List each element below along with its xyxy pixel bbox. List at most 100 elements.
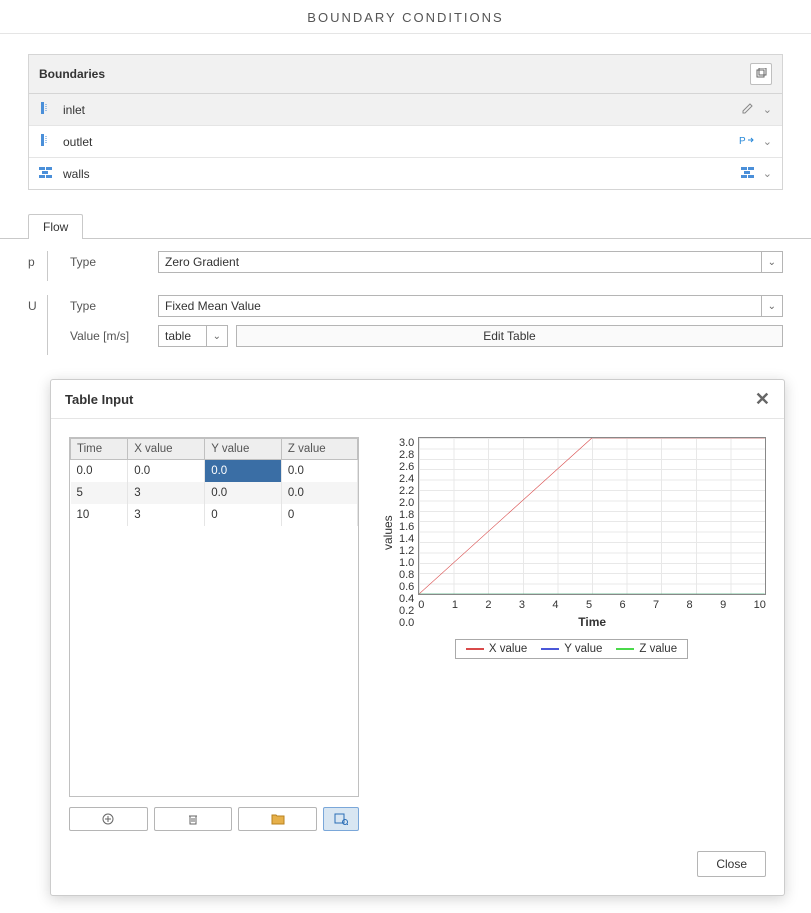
boundary-right-icon (741, 165, 755, 182)
edit-table-button[interactable]: Edit Table (236, 325, 783, 347)
ytick: 1.2 (399, 545, 414, 557)
dialog-title: Table Input (65, 392, 133, 407)
chart-legend: X value Y value Z value (455, 639, 688, 659)
chevron-down-icon: ⌄ (206, 326, 221, 346)
ytick: 2.4 (399, 473, 414, 485)
ytick: 0.0 (399, 617, 414, 629)
page-title: BOUNDARY CONDITIONS (0, 0, 811, 34)
table-cell[interactable]: 0.0 (205, 482, 282, 504)
boundaries-header: Boundaries (29, 55, 782, 94)
field-u-label: U (28, 295, 48, 355)
boundary-label: outlet (63, 135, 729, 149)
patch-type-icon (39, 165, 53, 182)
boundaries-header-label: Boundaries (39, 67, 105, 81)
field-u-type-label: Type (70, 299, 150, 313)
ytick: 0.6 (399, 581, 414, 593)
table-row[interactable]: 530.00.0 (71, 482, 358, 504)
copy-icon[interactable] (750, 63, 772, 85)
boundary-label: inlet (63, 103, 731, 117)
delete-row-button[interactable] (154, 807, 233, 831)
table-row[interactable]: 0.00.00.00.0 (71, 460, 358, 483)
boundary-row-outlet[interactable]: outlet P ⌄ (29, 126, 782, 158)
data-table[interactable]: TimeX valueY valueZ value 0.00.00.00.053… (69, 437, 359, 797)
field-p-row: p Type Zero Gradient ⌄ (28, 251, 783, 281)
table-header[interactable]: Time (71, 439, 128, 460)
legend-item: X value (466, 643, 527, 655)
table-header[interactable]: Y value (205, 439, 282, 460)
table-header[interactable]: Z value (281, 439, 357, 460)
xtick: 7 (653, 599, 659, 611)
preview-chart-button[interactable] (323, 807, 359, 831)
field-u-value-mode: table (165, 329, 191, 343)
tabs-row: Flow (0, 214, 811, 239)
ytick: 0.8 (399, 569, 414, 581)
field-p-type-value: Zero Gradient (165, 255, 239, 269)
patch-type-icon (39, 101, 53, 118)
boundaries-panel: Boundaries inlet ⌄ outlet P ⌄ walls ⌄ (0, 34, 811, 190)
xtick: 9 (720, 599, 726, 611)
chevron-down-icon[interactable]: ⌄ (763, 135, 772, 148)
xtick: 6 (619, 599, 625, 611)
xtick: 0 (418, 599, 424, 611)
table-row[interactable]: 10300 (71, 504, 358, 526)
boundary-right-icon (741, 101, 755, 118)
ytick: 2.6 (399, 461, 414, 473)
field-p-type-label: Type (70, 255, 150, 269)
open-file-button[interactable] (238, 807, 317, 831)
chevron-down-icon[interactable]: ⌄ (763, 103, 772, 116)
field-u-value-mode-select[interactable]: table ⌄ (158, 325, 228, 347)
xtick: 1 (452, 599, 458, 611)
chart: values 3.02.82.62.42.22.01.81.61.41.21.0… (377, 437, 766, 831)
table-cell[interactable]: 0 (205, 504, 282, 526)
xtick: 4 (552, 599, 558, 611)
ytick: 2.0 (399, 497, 414, 509)
table-cell[interactable]: 0.0 (205, 460, 282, 483)
add-row-button[interactable] (69, 807, 148, 831)
ytick: 1.4 (399, 533, 414, 545)
ytick: 2.8 (399, 449, 414, 461)
ytick: 1.8 (399, 509, 414, 521)
boundary-label: walls (63, 167, 731, 181)
ytick: 1.0 (399, 557, 414, 569)
table-cell[interactable]: 0.0 (128, 460, 205, 483)
ytick: 3.0 (399, 437, 414, 449)
xtick: 5 (586, 599, 592, 611)
boundary-row-inlet[interactable]: inlet ⌄ (29, 94, 782, 126)
chart-xlabel: Time (418, 615, 766, 629)
field-p-type-select[interactable]: Zero Gradient ⌄ (158, 251, 783, 273)
table-cell[interactable]: 10 (71, 504, 128, 526)
boundary-right-icon: P (739, 133, 755, 150)
close-button[interactable]: Close (697, 851, 766, 877)
field-u-type-select[interactable]: Fixed Mean Value ⌄ (158, 295, 783, 317)
close-icon[interactable]: ✕ (755, 390, 770, 408)
legend-item: Y value (541, 643, 602, 655)
chevron-down-icon: ⌄ (761, 296, 776, 316)
field-p-label: p (28, 251, 48, 281)
table-cell[interactable]: 0.0 (281, 460, 357, 483)
svg-text:P: P (739, 136, 746, 147)
xtick: 3 (519, 599, 525, 611)
ytick: 0.4 (399, 593, 414, 605)
table-cell[interactable]: 0.0 (71, 460, 128, 483)
table-cell[interactable]: 3 (128, 504, 205, 526)
table-cell[interactable]: 3 (128, 482, 205, 504)
patch-type-icon (39, 133, 53, 150)
table-cell[interactable]: 0 (281, 504, 357, 526)
chart-ylabel: values (377, 437, 399, 629)
boundary-row-walls[interactable]: walls ⌄ (29, 158, 782, 189)
field-u-type-value: Fixed Mean Value (165, 299, 261, 313)
ytick: 2.2 (399, 485, 414, 497)
table-cell[interactable]: 5 (71, 482, 128, 504)
chevron-down-icon: ⌄ (761, 252, 776, 272)
chevron-down-icon[interactable]: ⌄ (763, 167, 772, 180)
xtick: 2 (485, 599, 491, 611)
table-header[interactable]: X value (128, 439, 205, 460)
xtick: 8 (687, 599, 693, 611)
xtick: 10 (754, 599, 766, 611)
field-u-row: U Type Fixed Mean Value ⌄ Value [m/s] ta… (28, 295, 783, 355)
table-input-dialog: Table Input ✕ TimeX valueY valueZ value … (50, 379, 785, 896)
ytick: 1.6 (399, 521, 414, 533)
legend-item: Z value (616, 643, 677, 655)
tab-flow[interactable]: Flow (28, 214, 83, 239)
table-cell[interactable]: 0.0 (281, 482, 357, 504)
